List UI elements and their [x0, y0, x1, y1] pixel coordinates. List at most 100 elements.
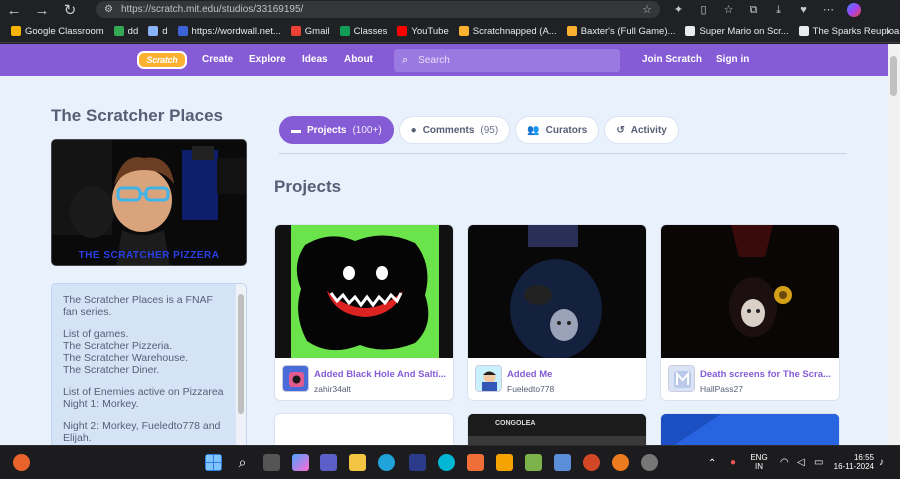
url-text[interactable]: https://scratch.mit.edu/studios/33169195… — [121, 4, 642, 15]
author-avatar[interactable] — [475, 365, 502, 392]
clock[interactable]: 16:55 16-11-2024 — [830, 453, 874, 471]
reload-icon[interactable]: ↻ — [56, 0, 84, 20]
avatar-art — [283, 366, 308, 391]
scratch-page: Scratch Create Explore Ideas About ⌕ Joi… — [0, 44, 888, 445]
project-author[interactable]: HallPass27 — [700, 384, 743, 394]
projects-heading: Projects — [274, 177, 342, 196]
antivirus-icon[interactable]: ● — [730, 457, 736, 468]
battery-icon[interactable]: ▭ — [814, 457, 823, 468]
page-icon — [798, 26, 809, 36]
collections-icon[interactable]: ⧉ — [747, 4, 760, 17]
brave-icon[interactable] — [467, 454, 484, 471]
copilot-icon[interactable] — [847, 3, 861, 17]
more-icon[interactable]: ⋯ — [822, 4, 835, 17]
project-thumbnail[interactable] — [661, 225, 839, 358]
bookmark-favicon-icon — [113, 26, 124, 36]
teams-icon[interactable] — [320, 454, 337, 471]
task-view-icon[interactable] — [263, 454, 280, 471]
blender-icon[interactable] — [612, 454, 629, 471]
project-card[interactable]: Death screens for The Scra... HallPass27 — [660, 224, 840, 401]
project-thumbnail[interactable] — [468, 225, 646, 358]
tab-projects[interactable]: ▬ Projects (100+) — [279, 116, 394, 144]
night-1-text: Night 1: Morkey. — [63, 398, 139, 410]
app-icon[interactable] — [525, 454, 542, 471]
project-title[interactable]: Added Black Hole And Salti... — [314, 369, 448, 380]
weather-widget-icon[interactable] — [13, 454, 30, 471]
powerpoint-icon[interactable] — [583, 454, 600, 471]
language-indicator[interactable]: ENG IN — [750, 453, 768, 471]
bookmark-item[interactable]: Baxter's (Full Game)... — [562, 20, 681, 43]
bookmark-item[interactable]: The Sparks Reuploa... — [794, 20, 900, 43]
author-avatar[interactable] — [282, 365, 309, 392]
thumbnail-caption: THE SCRATCHER PIZZERA — [78, 250, 220, 261]
search-bar[interactable]: ⌕ — [394, 49, 620, 72]
bookmark-item[interactable]: Classes — [335, 20, 393, 43]
page-scroll-thumb[interactable] — [890, 56, 897, 96]
studio-description: The Scratcher Places is a FNAF fan serie… — [51, 283, 247, 445]
chevron-up-icon[interactable]: ⌃ — [708, 458, 716, 469]
project-card[interactable]: Added Black Hole And Salti... zahir34alt — [274, 224, 454, 401]
alexa-icon[interactable] — [438, 454, 455, 471]
split-view-icon[interactable]: ▯ — [697, 4, 710, 17]
tab-comments[interactable]: ● Comments (95) — [398, 116, 511, 144]
bookmark-item[interactable]: https://wordwall.net... — [173, 20, 286, 43]
extension-icon[interactable]: ✦ — [672, 4, 685, 17]
wifi-icon[interactable]: ◠ — [780, 457, 789, 468]
search-icon[interactable]: ⌕ — [234, 454, 251, 471]
project-card[interactable]: CONGOLEA — [467, 413, 647, 445]
nav-about[interactable]: About — [344, 44, 373, 76]
app-l-icon[interactable] — [409, 454, 426, 471]
forward-icon[interactable]: → — [28, 0, 56, 20]
tab-curators[interactable]: 👥 Curators — [515, 116, 600, 144]
file-explorer-icon[interactable] — [349, 454, 366, 471]
project-thumbnail[interactable] — [275, 225, 453, 358]
settings-icon[interactable] — [641, 454, 658, 471]
page-scrollbar[interactable] — [888, 44, 900, 445]
performance-icon[interactable]: ♥ — [797, 4, 810, 17]
project-card[interactable]: Added Me Fueledto778 — [467, 224, 647, 401]
back-icon[interactable]: ← — [0, 0, 28, 20]
project-title[interactable]: Added Me — [507, 369, 641, 380]
avatar-art — [476, 366, 501, 391]
bookmark-item[interactable]: Scratchnapped (A... — [454, 20, 562, 43]
bookmark-item[interactable]: Google Classroom — [6, 20, 109, 43]
bookmark-item[interactable]: d — [143, 20, 172, 43]
project-card[interactable] — [274, 413, 454, 445]
nav-explore[interactable]: Explore — [249, 44, 286, 76]
nav-ideas[interactable]: Ideas — [302, 44, 328, 76]
bookmark-item[interactable]: dd — [109, 20, 144, 43]
start-icon[interactable] — [205, 454, 222, 471]
scratch-logo[interactable]: Scratch — [137, 51, 187, 69]
chevron-right-icon[interactable]: › — [886, 24, 890, 38]
description-scrollbar[interactable] — [236, 284, 246, 445]
tab-activity[interactable]: ↺ Activity — [604, 116, 679, 144]
volume-icon[interactable]: ◁ — [797, 457, 805, 468]
address-bar[interactable]: ⚙ https://scratch.mit.edu/studios/331691… — [96, 1, 660, 18]
bookmark-star-icon[interactable]: ☆ — [642, 3, 652, 16]
bookmarks-bar: Google Classroom dd d https://wordwall.n… — [0, 20, 900, 43]
project-card[interactable] — [660, 413, 840, 445]
sign-in-link[interactable]: Sign in — [716, 44, 749, 76]
app-icon[interactable] — [496, 454, 513, 471]
description-scroll-thumb[interactable] — [238, 294, 244, 414]
bookmark-item[interactable]: YouTube — [392, 20, 453, 43]
notification-bell-icon[interactable]: ♪ — [879, 457, 884, 468]
photos-icon[interactable] — [554, 454, 571, 471]
favorites-icon[interactable]: ☆ — [722, 4, 735, 17]
edge-icon[interactable] — [378, 454, 395, 471]
project-author[interactable]: zahir34alt — [314, 384, 351, 394]
comments-count: (95) — [480, 124, 499, 136]
author-avatar[interactable] — [668, 365, 695, 392]
bookmark-item[interactable]: Gmail — [286, 20, 335, 43]
site-info-icon[interactable]: ⚙ — [104, 4, 113, 15]
download-icon[interactable]: ⤓ — [772, 4, 785, 17]
project-title[interactable]: Death screens for The Scra... — [700, 369, 834, 380]
bookmark-item[interactable]: Super Mario on Scr... — [680, 20, 793, 43]
project-author[interactable]: Fueledto778 — [507, 384, 554, 394]
youtube-icon — [397, 26, 408, 36]
join-scratch-link[interactable]: Join Scratch — [642, 44, 702, 76]
game-item: The Scratcher Pizzeria. — [63, 340, 173, 352]
search-input[interactable] — [418, 55, 599, 66]
nav-create[interactable]: Create — [202, 44, 233, 76]
copilot-icon[interactable] — [292, 454, 309, 471]
